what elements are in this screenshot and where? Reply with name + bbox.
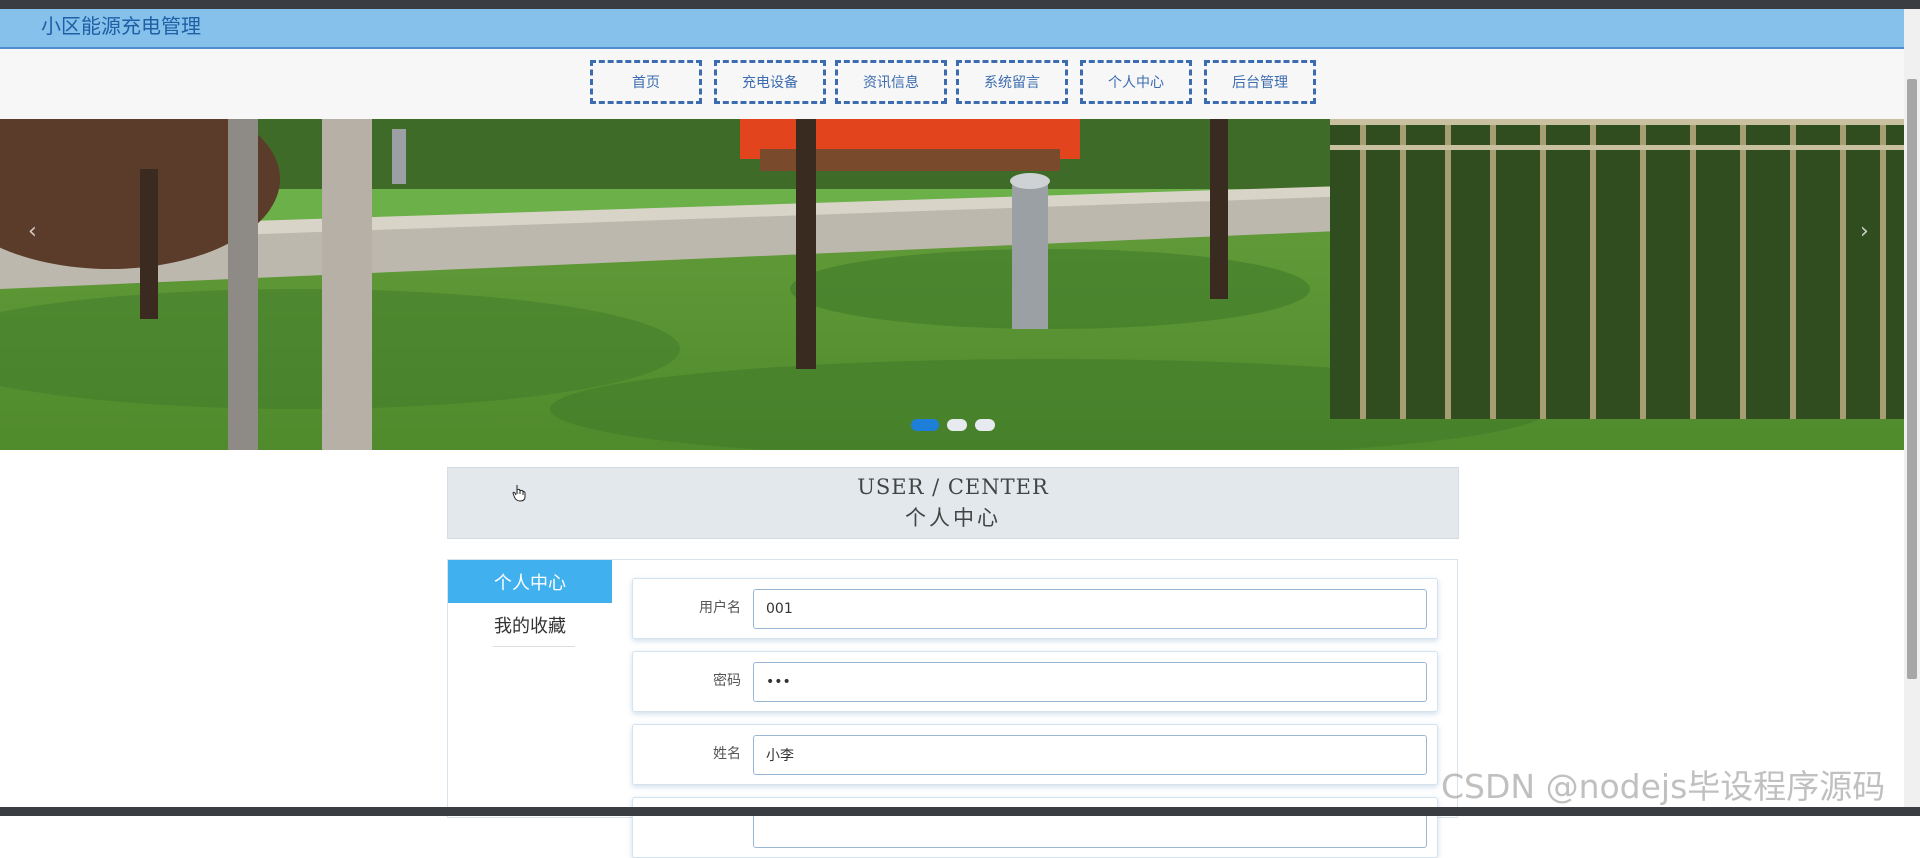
scrollbar-thumb[interactable] <box>1907 79 1917 679</box>
carousel-dot[interactable] <box>975 419 995 431</box>
name-label: 姓名 <box>713 746 741 762</box>
banner-carousel: ‹ › <box>0 119 1904 450</box>
password-input[interactable] <box>753 662 1427 702</box>
sidebar-item-favorites[interactable]: 我的收藏 <box>448 603 612 647</box>
nav-item-user-center[interactable]: 个人中心 <box>1080 60 1192 104</box>
banner-image <box>0 119 1904 450</box>
window-bottom-edge <box>0 807 1920 816</box>
password-label: 密码 <box>713 673 741 689</box>
nav-item-news[interactable]: 资讯信息 <box>835 60 947 104</box>
username-label: 用户名 <box>699 600 741 616</box>
carousel-indicators <box>911 419 995 431</box>
section-title-en: USER / CENTER <box>857 475 1049 499</box>
carousel-next-icon[interactable]: › <box>1860 219 1869 244</box>
sidebar-item-user-center[interactable]: 个人中心 <box>448 560 612 603</box>
nav-item-messages[interactable]: 系统留言 <box>956 60 1068 104</box>
user-sidebar: 个人中心 我的收藏 <box>447 559 613 818</box>
window-top-edge <box>0 0 1920 9</box>
page-scrollbar[interactable] <box>1904 9 1920 807</box>
nav-item-home[interactable]: 首页 <box>590 60 702 104</box>
section-title-cn: 个人中心 <box>905 506 1001 530</box>
carousel-dot[interactable] <box>947 419 967 431</box>
profile-form-panel: 用户名 密码 姓名 <box>612 559 1458 858</box>
main-nav: 首页 充电设备 资讯信息 系统留言 个人中心 后台管理 <box>0 49 1904 119</box>
carousel-dot[interactable] <box>911 419 939 431</box>
nav-item-admin[interactable]: 后台管理 <box>1204 60 1316 104</box>
form-row-password: 密码 <box>632 651 1438 712</box>
title-bar: 小区能源充电管理 <box>0 9 1904 49</box>
carousel-prev-icon[interactable]: ‹ <box>28 219 37 244</box>
nav-item-charging-devices[interactable]: 充电设备 <box>714 60 826 104</box>
watermark-text: CSDN @nodejs毕设程序源码 <box>1441 767 1886 806</box>
site-title: 小区能源充电管理 <box>41 14 201 38</box>
form-row-name: 姓名 <box>632 724 1438 785</box>
name-input[interactable] <box>753 735 1427 775</box>
form-row-username: 用户名 <box>632 578 1438 639</box>
hand-cursor-icon <box>512 485 526 502</box>
username-input[interactable] <box>753 589 1427 629</box>
section-header: USER / CENTER 个人中心 <box>447 467 1459 539</box>
